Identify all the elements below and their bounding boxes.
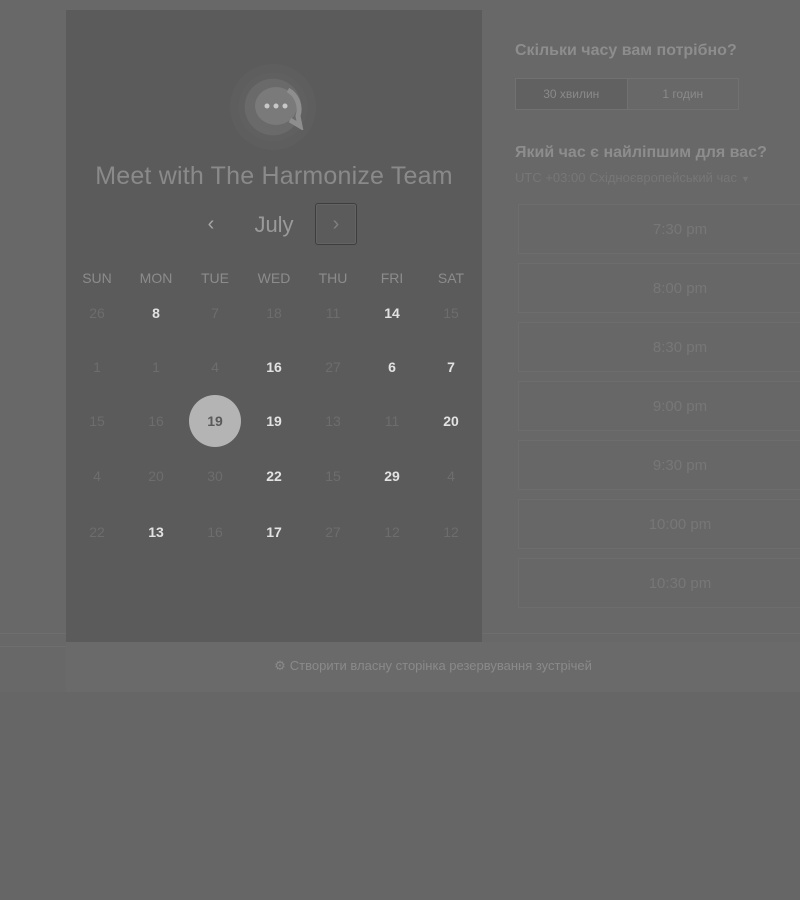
booking-page: Meet with The Harmonize Team ‹ July › SU… <box>0 0 800 900</box>
time-question: Який час є найліпшим для вас? <box>515 144 767 161</box>
time-slot-button[interactable]: 10:00 pm <box>518 499 800 549</box>
team-title: Meet with The Harmonize Team <box>95 162 453 190</box>
time-slot-button[interactable]: 8:30 pm <box>518 322 800 372</box>
calendar-day[interactable]: 13 <box>130 506 182 558</box>
time-slot-button[interactable]: 9:30 pm <box>518 440 800 490</box>
time-slot-label: 10:30 pm <box>648 575 712 592</box>
weekday-label: WED <box>257 270 291 286</box>
calendar-day: 7 <box>211 305 219 321</box>
calendar-day[interactable]: 19 <box>248 395 300 447</box>
calendar-day: 27 <box>325 524 341 540</box>
calendar-day: 4 <box>211 359 219 375</box>
weekday-label: TUE <box>201 270 229 286</box>
caret-down-icon: ▼ <box>740 174 750 184</box>
time-slot-label: 7:30 pm <box>652 221 708 238</box>
chevron-left-icon: ‹ <box>207 213 215 235</box>
calendar-day: 4 <box>447 468 455 484</box>
weekday-label: SAT <box>437 270 465 286</box>
timezone-label: UTC +03:00 Східноєвропейський час <box>515 170 737 185</box>
weekday-label: THU <box>318 270 348 286</box>
time-slot-button[interactable]: 7:30 pm <box>518 204 800 254</box>
calendar-day[interactable]: 20 <box>425 395 477 447</box>
calendar-day: 18 <box>266 305 282 321</box>
weekday-label: FRI <box>380 270 404 286</box>
chat-bubble-icon <box>255 87 304 130</box>
time-slot-label: 8:30 pm <box>652 339 708 356</box>
calendar-day: 16 <box>148 413 164 429</box>
weekday-label: SUN <box>82 270 112 286</box>
duration-question: Скільки часу вам потрібно? <box>515 42 737 59</box>
calendar-day: 1 <box>152 359 160 375</box>
calendar-day[interactable]: 6 <box>366 341 418 393</box>
chevron-right-icon: › <box>332 213 340 235</box>
hubspot-sprocket-icon: ⚙ <box>274 658 286 673</box>
calendar-day[interactable]: 7 <box>425 341 477 393</box>
time-slot-label: 9:00 pm <box>652 398 708 415</box>
time-slot-label: 9:30 pm <box>652 457 708 474</box>
calendar-day: 13 <box>325 413 341 429</box>
month-label: July <box>254 212 294 237</box>
calendar-day: 26 <box>89 305 105 321</box>
time-slot-button[interactable]: 10:30 pm <box>518 558 800 608</box>
weekday-label: MON <box>139 270 173 286</box>
calendar-day: 11 <box>384 413 400 429</box>
calendar-day: 12 <box>384 524 400 540</box>
duration-toggle: 30 хвилин 1 годин <box>515 78 739 110</box>
time-slot-button[interactable]: 8:00 pm <box>518 263 800 313</box>
calendar-day: 15 <box>325 468 341 484</box>
duration-option-30min[interactable]: 30 хвилин <box>516 79 627 109</box>
previous-month-button[interactable]: ‹ <box>196 208 226 240</box>
calendar-day[interactable]: 29 <box>366 450 418 502</box>
calendar-day[interactable]: 22 <box>248 450 300 502</box>
timezone-selector[interactable]: UTC +03:00 Східноєвропейський час ▼ <box>515 170 750 185</box>
calendar-day[interactable]: 14 <box>366 287 418 339</box>
footer: ⚙ Створити власну сторінка резервування з… <box>66 642 800 692</box>
calendar-day: 1 <box>93 359 101 375</box>
calendar-day: 15 <box>89 413 105 429</box>
calendar-day: 16 <box>207 524 223 540</box>
duration-option-1hour[interactable]: 1 годин <box>626 79 739 109</box>
time-slot-label: 8:00 pm <box>652 280 708 297</box>
calendar-day: 11 <box>325 305 341 321</box>
calendar-day: 15 <box>443 305 459 321</box>
calendar-day[interactable]: 16 <box>248 341 300 393</box>
create-booking-page-link[interactable]: ⚙ Створити власну сторінка резервування з… <box>66 642 800 692</box>
calendar-day: 4 <box>93 468 101 484</box>
time-slot-button[interactable]: 9:00 pm <box>518 381 800 431</box>
calendar-day-selected[interactable]: 19 <box>189 395 241 447</box>
calendar-day: 30 <box>207 468 223 484</box>
calendar-day: 27 <box>325 359 341 375</box>
calendar-day[interactable]: 8 <box>130 287 182 339</box>
time-slot-label: 10:00 pm <box>648 516 712 533</box>
calendar-day[interactable]: 17 <box>248 506 300 558</box>
calendar-day: 20 <box>148 468 164 484</box>
next-month-button[interactable]: › <box>315 203 357 245</box>
calendar-day: 22 <box>89 524 105 540</box>
calendar-day: 12 <box>443 524 459 540</box>
footer-link-text: Створити власну сторінка резервування зу… <box>289 658 592 673</box>
